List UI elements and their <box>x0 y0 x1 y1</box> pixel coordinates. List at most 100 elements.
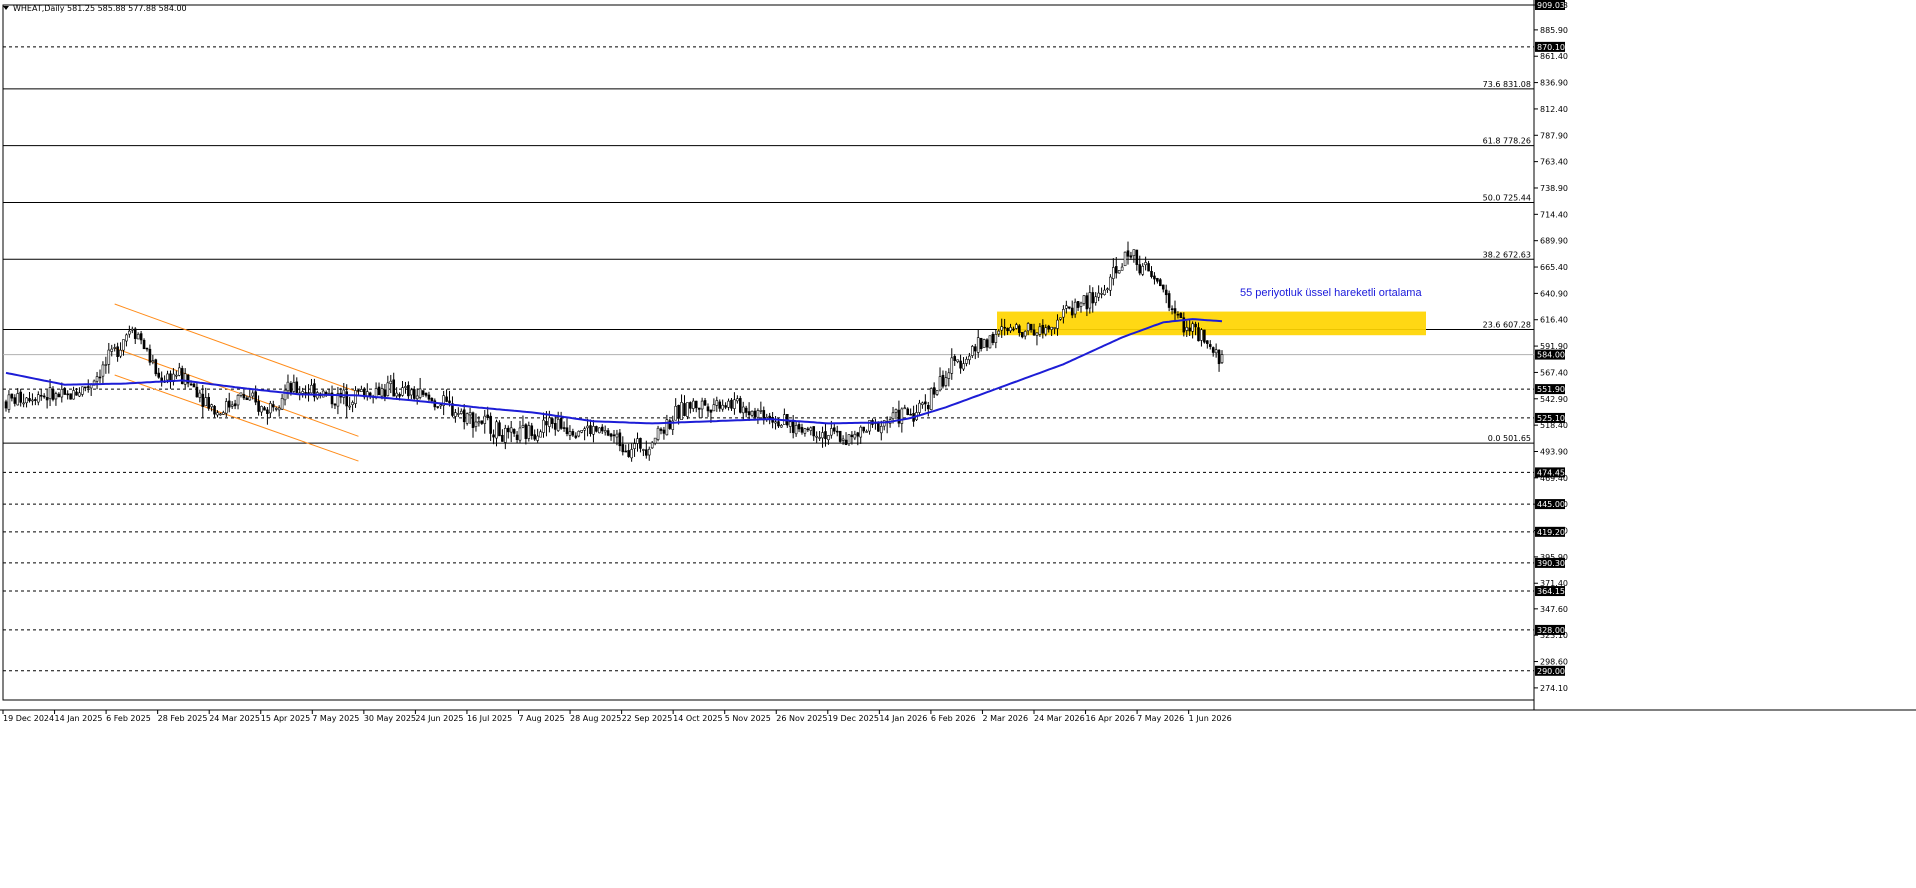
candle <box>668 418 672 430</box>
candle <box>145 347 149 352</box>
candle-body <box>780 425 783 428</box>
candle-body <box>824 431 827 440</box>
candle <box>407 381 410 399</box>
candle-body <box>504 427 507 443</box>
candle <box>263 405 266 411</box>
candle-body <box>233 403 237 407</box>
candle <box>736 395 739 404</box>
candle-body <box>777 421 780 427</box>
candle <box>962 357 965 371</box>
candle-body <box>304 392 307 394</box>
candle <box>1203 329 1206 344</box>
candle-body <box>1103 289 1106 295</box>
x-tick-label: 16 Apr 2026 <box>1086 714 1135 723</box>
candle-body <box>424 392 428 396</box>
x-tick-label: 24 Mar 2025 <box>209 714 260 723</box>
candle-body <box>333 403 337 406</box>
candle-body <box>979 337 983 349</box>
candle <box>1079 301 1083 313</box>
candle <box>1088 285 1092 314</box>
candle <box>650 441 654 449</box>
candle-body <box>19 391 22 403</box>
candle <box>1167 290 1171 312</box>
candle-body <box>465 413 469 424</box>
candle <box>788 420 792 434</box>
candle <box>283 384 287 406</box>
candle-body <box>13 397 17 404</box>
candle <box>915 404 918 422</box>
candle <box>1023 330 1027 340</box>
candle-body <box>1015 324 1018 329</box>
candle-body <box>603 430 607 433</box>
candle-body <box>736 398 739 402</box>
candle <box>894 408 898 420</box>
candle <box>348 396 351 410</box>
candle <box>368 391 372 400</box>
candle-body <box>201 393 205 407</box>
candle <box>562 421 566 432</box>
candle-body <box>580 430 583 433</box>
x-tick-label: 6 Feb 2025 <box>106 714 151 723</box>
candle <box>501 429 504 442</box>
candle-body <box>1038 326 1042 335</box>
candle <box>630 443 633 462</box>
candle <box>991 331 995 346</box>
candle-body <box>407 385 410 397</box>
candle <box>559 411 563 430</box>
price-tag-label: 909.03 <box>1537 1 1565 10</box>
candlestick-chart: WHEAT,Daily 581.25 585.88 577.88 584.009… <box>0 0 1916 888</box>
candle <box>424 392 428 398</box>
candle-body <box>1141 265 1144 275</box>
candle-body <box>1114 266 1118 274</box>
candle-body <box>148 348 152 363</box>
candle-body <box>351 402 354 406</box>
candle-body <box>1053 327 1056 329</box>
candle-body <box>941 374 945 387</box>
candle-body <box>1203 329 1206 343</box>
candle-body <box>565 427 569 435</box>
candle <box>1156 277 1159 284</box>
candle <box>445 389 448 403</box>
candle <box>1147 260 1150 272</box>
price-tag-label: 474.45 <box>1537 468 1565 477</box>
candle <box>730 398 733 411</box>
candle-body <box>921 402 924 405</box>
candle <box>98 369 102 383</box>
candle <box>1150 266 1153 279</box>
y-tick-label: 298.60 <box>1540 658 1568 667</box>
candle-body <box>78 392 81 397</box>
candle <box>680 394 683 421</box>
candle <box>122 339 125 356</box>
candle <box>533 429 536 441</box>
candle-body <box>342 389 346 398</box>
candle-body <box>1106 288 1109 291</box>
candle <box>142 338 146 350</box>
candle <box>404 381 407 394</box>
candle-body <box>924 401 927 405</box>
candle <box>198 389 202 403</box>
candle <box>553 415 557 436</box>
candle <box>598 427 601 434</box>
candle-body <box>75 391 78 396</box>
candle-body <box>689 402 692 409</box>
candle-body <box>926 404 930 410</box>
candle <box>210 403 213 412</box>
candle <box>389 374 393 394</box>
candle-body <box>72 390 75 400</box>
candle <box>794 421 798 437</box>
candle-body <box>574 435 578 438</box>
candle <box>551 417 554 429</box>
candle <box>574 432 578 440</box>
candle <box>639 437 642 453</box>
candle <box>457 407 460 418</box>
candle-body <box>389 380 393 384</box>
candle-body <box>1117 270 1121 274</box>
candle <box>213 405 216 418</box>
candle <box>938 367 942 392</box>
candle-body <box>627 450 630 457</box>
candle-body <box>183 373 187 385</box>
candle-body <box>133 328 137 339</box>
candle <box>204 387 208 407</box>
x-tick-label: 14 Jan 2026 <box>879 714 927 723</box>
candle <box>642 448 645 457</box>
